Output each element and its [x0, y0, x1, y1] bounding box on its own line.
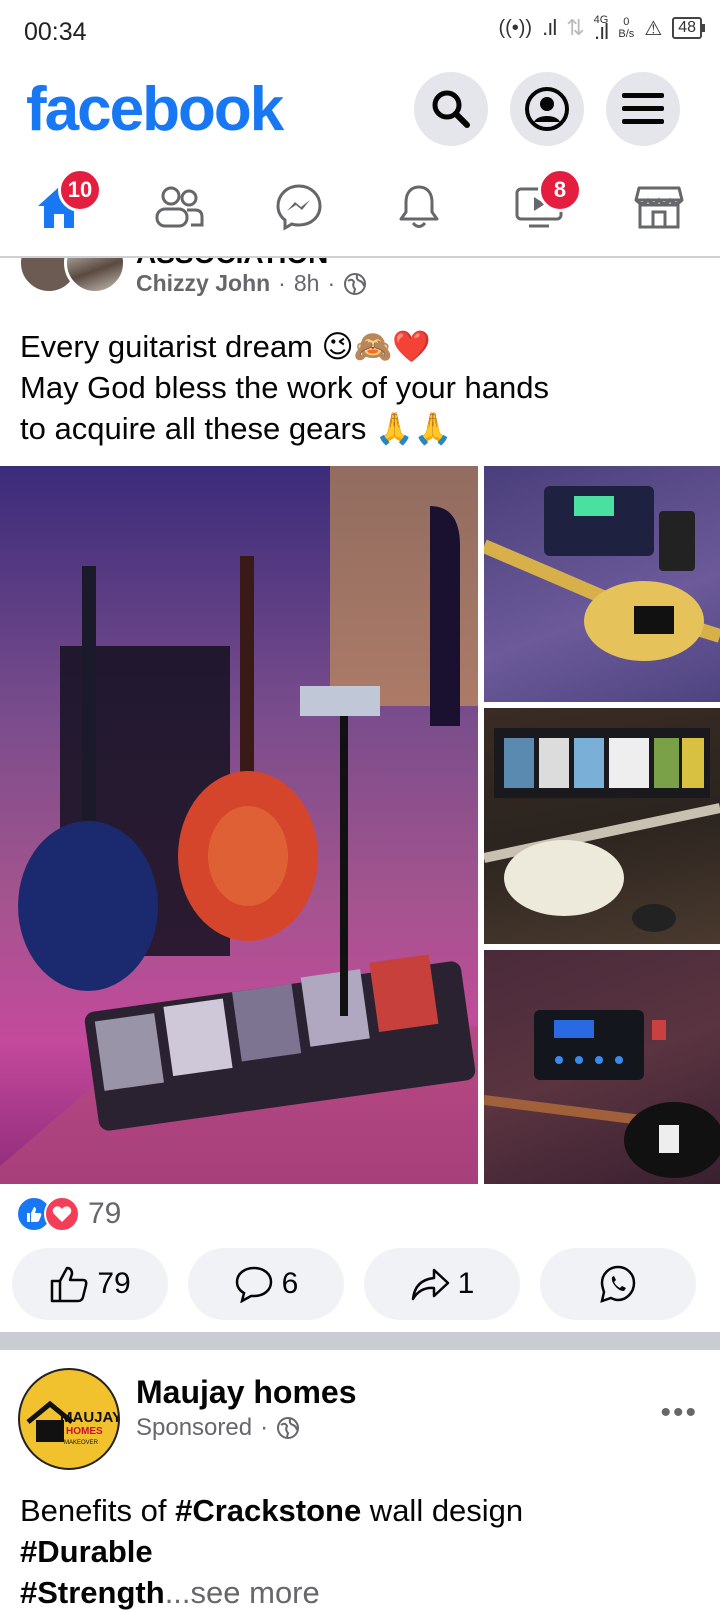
- data-rate-unit: B/s: [618, 28, 635, 40]
- search-button[interactable]: [414, 72, 488, 146]
- meta-separator-2: ·: [327, 270, 336, 296]
- post-text-line: to acquire all these gears 🙏🙏: [20, 411, 453, 446]
- pedals-guitar-illustration: [484, 728, 720, 932]
- maujay-logo: MAUJAY HOMES MAKEOVER: [26, 1400, 120, 1446]
- data-rate-value: 0: [623, 16, 630, 28]
- whatsapp-share-button[interactable]: [540, 1248, 696, 1320]
- battery-level: 48: [678, 19, 696, 36]
- share-button[interactable]: 1: [364, 1248, 520, 1320]
- post-photos: [0, 466, 720, 1184]
- marketplace-icon: [634, 186, 684, 229]
- tab-home[interactable]: 10: [14, 168, 104, 242]
- hotspot-icon: ((•)): [498, 16, 533, 39]
- tab-video[interactable]: 8: [494, 168, 584, 242]
- data-rate: 0 B/s: [618, 16, 634, 40]
- sponsored-text-line-3: #Strength...see more: [20, 1572, 710, 1612]
- post-time[interactable]: 8h: [294, 270, 320, 297]
- like-count: 79: [97, 1267, 131, 1300]
- comment-icon: [235, 1266, 272, 1303]
- post-text-line: May God bless the work of your hands: [20, 370, 549, 405]
- tab-marketplace[interactable]: [614, 172, 704, 242]
- search-icon: [432, 90, 470, 128]
- text-segment: wall design: [361, 1493, 524, 1528]
- whatsapp-icon: [600, 1265, 636, 1303]
- logo-text-2: HOMES: [66, 1426, 103, 1437]
- signal-icon-2: .ıl: [593, 19, 609, 44]
- facebook-logo[interactable]: facebook: [26, 74, 284, 145]
- meta-separator: ·: [278, 270, 286, 296]
- status-bar: 00:34 ((•)) .ıl ⇅ 4G .ıl 0 B/s ⚠ 48: [0, 0, 720, 64]
- post-author[interactable]: Chizzy John: [136, 270, 270, 297]
- group-name[interactable]: ASSOCIATION: [136, 258, 328, 270]
- status-time: 00:34: [24, 18, 87, 46]
- sponsored-text-line-1: Benefits of #Crackstone wall design: [20, 1490, 710, 1531]
- love-reaction-icon: [44, 1196, 80, 1232]
- sponsor-avatar[interactable]: MAUJAY HOMES MAKEOVER: [18, 1368, 120, 1470]
- hashtag-strength[interactable]: #Strength: [20, 1575, 165, 1610]
- app-header: facebook: [0, 64, 720, 154]
- see-more-link[interactable]: ...see more: [165, 1575, 320, 1610]
- post-text: Every guitarist dream 😉🙈❤️ May God bless…: [20, 326, 700, 449]
- sponsor-name[interactable]: Maujay homes: [136, 1374, 357, 1411]
- logo-text-3: MAKEOVER: [64, 1440, 99, 1446]
- sponsor-meta: Sponsored ·: [136, 1414, 300, 1442]
- signal-icon: .ıl: [542, 15, 557, 40]
- like-button[interactable]: 79: [12, 1248, 168, 1320]
- tab-friends[interactable]: [134, 172, 224, 242]
- post-text-line: Every guitarist dream 😉🙈❤️: [20, 329, 432, 364]
- post-meta: Chizzy John · 8h ·: [136, 270, 367, 297]
- post-actions: 79 6 1: [12, 1248, 712, 1320]
- guitars-illustration: [0, 466, 478, 1184]
- menu-button[interactable]: [606, 72, 680, 146]
- meta-separator-3: ·: [260, 1414, 269, 1441]
- logo-text-1: MAUJAY: [60, 1409, 120, 1426]
- author-avatar[interactable]: [64, 258, 126, 294]
- text-segment: Benefits of: [20, 1493, 176, 1528]
- like-icon: [51, 1266, 88, 1303]
- tab-messenger[interactable]: [254, 172, 344, 242]
- network-type: 4G .ıl: [593, 14, 609, 44]
- reaction-summary[interactable]: 79: [16, 1194, 121, 1234]
- share-icon: [411, 1268, 449, 1301]
- battery-icon: 48: [672, 17, 705, 39]
- comment-count: 6: [281, 1267, 299, 1300]
- status-icons: ((•)) .ıl ⇅ 4G .ıl 0 B/s ⚠ 48: [498, 14, 705, 44]
- sponsored-label[interactable]: Sponsored: [136, 1414, 252, 1442]
- nav-tabs: 10 8: [0, 158, 720, 258]
- profile-icon: [525, 87, 569, 131]
- friends-icon: [155, 186, 204, 228]
- messenger-icon: [276, 184, 322, 231]
- avatar-stack[interactable]: [18, 258, 128, 300]
- pedalboard-illustration: [484, 486, 720, 661]
- notifications-icon: [399, 185, 439, 228]
- multi-effects-illustration: [484, 1010, 720, 1178]
- globe-icon: [344, 272, 367, 295]
- menu-icon: [622, 93, 664, 124]
- tab-notifications[interactable]: [374, 172, 464, 242]
- photo-4[interactable]: [484, 950, 720, 1184]
- hashtag-crackstone[interactable]: #Crackstone: [175, 1493, 361, 1528]
- sponsored-text: Benefits of #Crackstone wall design #Dur…: [20, 1490, 710, 1612]
- profile-button[interactable]: [510, 72, 584, 146]
- post-header: ASSOCIATION Chizzy John · 8h ·: [0, 258, 720, 308]
- hashtag-durable[interactable]: #Durable: [20, 1534, 153, 1569]
- video-badge: 8: [538, 168, 582, 212]
- more-options-button[interactable]: •••: [660, 1396, 698, 1430]
- reaction-count: 79: [88, 1197, 122, 1230]
- photo-3[interactable]: [484, 708, 720, 944]
- share-count: 1: [457, 1267, 475, 1300]
- photo-2[interactable]: [484, 466, 720, 702]
- warning-icon: ⚠: [644, 17, 663, 40]
- data-transfer-icon: ⇅: [566, 15, 584, 40]
- photo-main[interactable]: [0, 466, 478, 1184]
- feed-divider: [0, 1332, 720, 1350]
- home-badge: 10: [58, 168, 102, 212]
- comment-button[interactable]: 6: [188, 1248, 344, 1320]
- globe-icon: [277, 1417, 300, 1439]
- sponsored-text-line-2: #Durable: [20, 1531, 710, 1572]
